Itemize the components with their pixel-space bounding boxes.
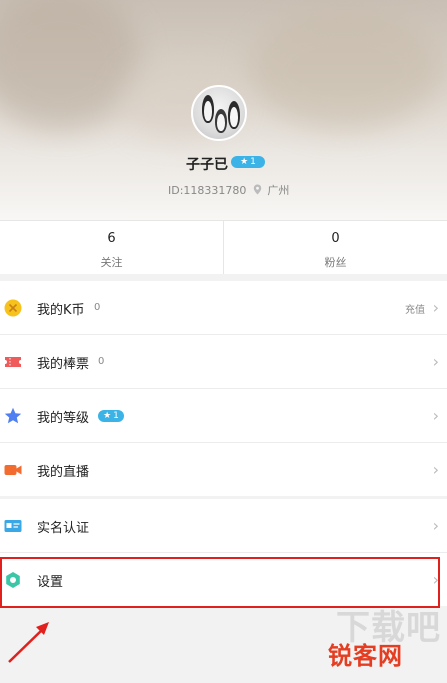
level-label: 我的等级 — [37, 411, 90, 426]
settings-label: 设置 — [37, 575, 64, 590]
chevron-right-icon: › — [432, 460, 439, 479]
stat-followers[interactable]: 0 粉丝 — [223, 221, 447, 274]
live-label: 我的直播 — [37, 465, 90, 480]
menu-item-realname[interactable]: 实名认证 › — [0, 499, 447, 553]
site-watermark: 下载吧 锐客网 — [297, 598, 447, 683]
background-blur — [0, 0, 140, 130]
stats-bar: 6 关注 0 粉丝 — [0, 220, 447, 274]
penguin-shape — [217, 114, 225, 131]
following-count: 6 — [107, 231, 116, 246]
menu-group-account: 我的K币 0 充值 › 我的棒票 0 › 我的等级 ★ 1 › 我的直播 › — [0, 281, 447, 496]
pointer-arrow-icon — [8, 622, 49, 663]
menu-item-live[interactable]: 我的直播 › — [0, 443, 447, 496]
followers-count: 0 — [331, 231, 340, 246]
followers-label: 粉丝 — [324, 256, 347, 269]
star-icon — [4, 407, 22, 424]
star-icon: ★ — [240, 157, 249, 167]
penguin-shape — [204, 101, 212, 121]
gear-icon — [6, 572, 20, 588]
id-card-icon — [4, 520, 22, 532]
level-badge: ★ 1 — [98, 410, 124, 422]
penguin-shape — [230, 107, 238, 127]
stat-following[interactable]: 6 关注 — [0, 221, 223, 274]
star-icon: ★ — [103, 411, 112, 421]
chevron-right-icon: › — [432, 406, 439, 425]
id-location-line: ID:118331780 广州 — [168, 182, 289, 198]
background-blur — [250, 10, 440, 130]
video-camera-icon — [4, 465, 22, 475]
chevron-right-icon: › — [432, 298, 439, 317]
recharge-link[interactable]: 充值 — [405, 301, 425, 316]
user-id: ID:118331780 — [168, 184, 247, 197]
chevron-right-icon: › — [432, 570, 439, 589]
kcoin-count: 0 — [94, 302, 101, 313]
tickets-count: 0 — [98, 356, 105, 367]
ticket-icon — [5, 357, 21, 367]
menu-group-settings: 实名认证 › 设置 › — [0, 499, 447, 606]
menu-item-level[interactable]: 我的等级 ★ 1 › — [0, 389, 447, 443]
profile-header: 子子已 ★ 1 ID:118331780 广州 — [0, 0, 447, 220]
tickets-label: 我的棒票 — [37, 357, 90, 372]
level-number: 1 — [250, 157, 256, 167]
kcoin-icon — [4, 299, 22, 317]
kcoin-label: 我的K币 — [37, 303, 85, 318]
username: 子子已 — [186, 157, 228, 173]
avatar[interactable] — [191, 85, 247, 141]
user-location: 广州 — [267, 184, 290, 197]
following-label: 关注 — [100, 256, 123, 269]
menu-item-tickets[interactable]: 我的棒票 0 › — [0, 335, 447, 389]
chevron-right-icon: › — [432, 352, 439, 371]
level-badge: ★ 1 — [231, 156, 265, 168]
watermark-brand: 锐客网 — [328, 642, 403, 670]
realname-label: 实名认证 — [37, 521, 90, 536]
location-pin-icon — [253, 184, 262, 195]
chevron-right-icon: › — [432, 516, 439, 535]
level-number: 1 — [113, 411, 119, 421]
menu-item-kcoin[interactable]: 我的K币 0 充值 › — [0, 281, 447, 335]
